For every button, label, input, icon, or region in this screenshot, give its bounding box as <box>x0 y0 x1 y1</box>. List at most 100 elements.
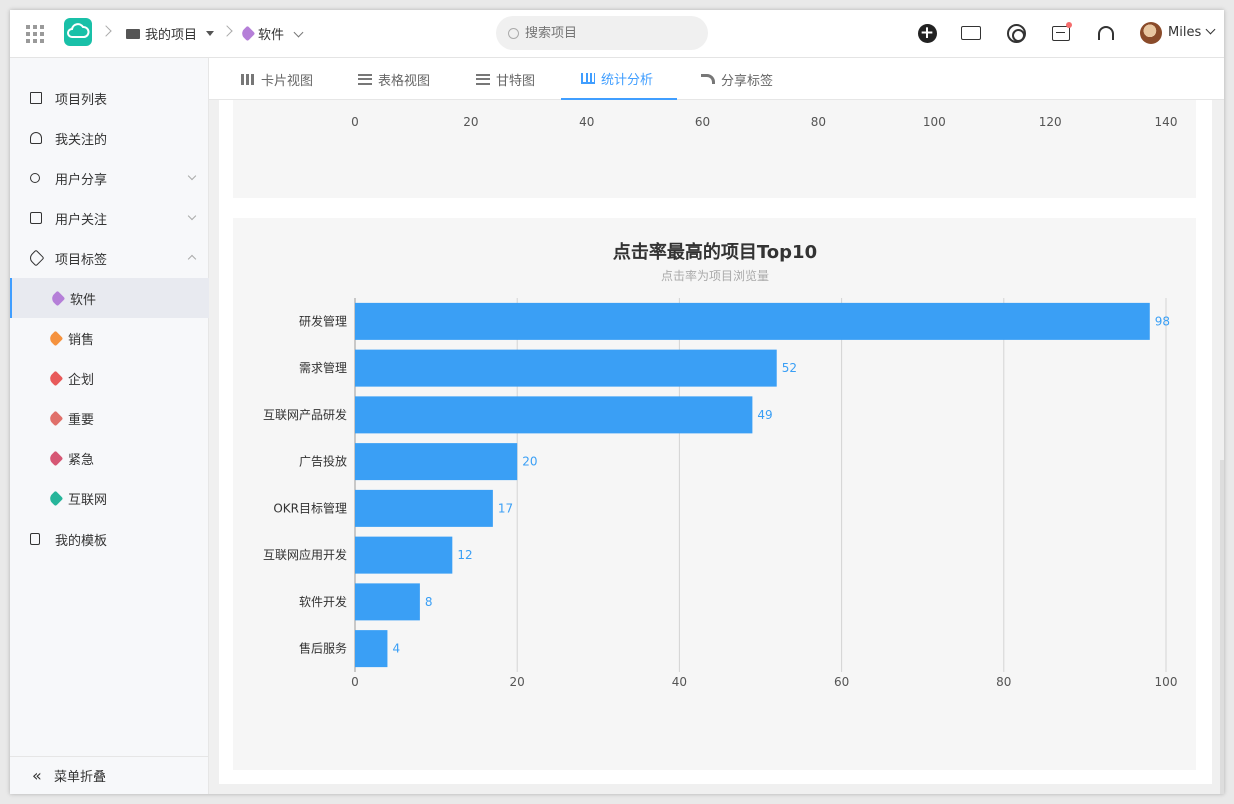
cloud-logo-icon[interactable] <box>64 18 92 46</box>
tag-icon <box>49 290 66 306</box>
sidebar-item-project-list[interactable]: 项目列表 <box>10 78 209 118</box>
x-tick-label: 0 <box>351 675 359 689</box>
tab-card-view[interactable]: 卡片视图 <box>241 58 313 100</box>
data-label: 52 <box>782 361 797 375</box>
breadcrumb-my-projects[interactable]: 我的项目 <box>126 24 215 43</box>
data-label: 4 <box>392 642 400 656</box>
sidebar: 项目列表 我关注的 用户分享 用户关注 项目标签 软件 销售 企划 重要 紧急 … <box>10 58 209 794</box>
x-tick-label: 80 <box>996 675 1011 689</box>
app-window: 我的项目 软件 + Miles 项目列表 我关注的 <box>10 10 1224 794</box>
sidebar-tag-software[interactable]: 软件 <box>10 278 209 318</box>
sidebar-tag-planning[interactable]: 企划 <box>10 358 209 398</box>
x-tick-label: 20 <box>463 115 478 129</box>
chart-title: 点击率最高的项目Top10 <box>613 241 817 263</box>
tab-table-view[interactable]: 表格视图 <box>358 58 430 100</box>
bar-chart-icon <box>581 72 595 84</box>
chevron-down-icon <box>187 211 197 221</box>
x-tick-label: 100 <box>1155 675 1178 689</box>
heart-icon <box>30 132 42 144</box>
tag-icon <box>47 370 64 386</box>
x-tick-label: 80 <box>811 115 826 129</box>
tag-icon <box>47 450 64 466</box>
sidebar-tag-urgent[interactable]: 紧急 <box>10 438 209 478</box>
menu-collapse-button[interactable]: ‹‹ 菜单折叠 <box>10 756 209 794</box>
bar <box>355 536 453 574</box>
data-label: 17 <box>498 501 513 515</box>
breadcrumb-separator-icon <box>221 25 233 37</box>
search-input[interactable] <box>525 25 685 41</box>
search-box[interactable] <box>496 16 708 50</box>
grid-icon <box>241 73 255 85</box>
avatar[interactable] <box>1140 22 1162 44</box>
x-tick-label: 120 <box>1039 115 1062 129</box>
sidebar-tag-important[interactable]: 重要 <box>10 398 209 438</box>
chart-card-top10: 点击率最高的项目Top10 点击率为项目浏览量 0 20 40 60 80 100 研发管理… <box>233 218 1196 770</box>
list-icon <box>358 73 372 85</box>
help-ring-icon[interactable] <box>1005 22 1027 44</box>
tag-icon <box>47 410 64 426</box>
apps-grid-icon[interactable] <box>26 25 44 43</box>
bar <box>355 302 1150 340</box>
user-menu[interactable]: Miles <box>1168 24 1216 40</box>
double-chevron-left-icon: ‹‹ <box>32 766 42 785</box>
x-tick-label: 60 <box>695 115 710 129</box>
breadcrumb-separator-icon <box>100 25 112 37</box>
folder-icon <box>30 92 42 104</box>
tab-gantt[interactable]: 甘特图 <box>476 58 535 100</box>
x-tick-label: 140 <box>1155 115 1178 129</box>
view-tabs: 卡片视图 表格视图 甘特图 统计分析 分享标签 <box>209 58 1224 100</box>
add-icon[interactable]: + <box>916 22 938 44</box>
sidebar-item-my-follows[interactable]: 我关注的 <box>10 118 209 158</box>
tag-icon <box>27 249 45 267</box>
category-label: 广告投放 <box>299 454 347 469</box>
follow-icon <box>30 212 42 224</box>
chart-subtitle: 点击率为项目浏览量 <box>661 268 769 283</box>
bar <box>355 349 777 387</box>
data-label: 49 <box>757 408 772 422</box>
bar <box>355 443 518 481</box>
x-tick-label: 40 <box>672 675 687 689</box>
sidebar-item-user-follow[interactable]: 用户关注 <box>10 198 209 238</box>
category-label: 互联网产品研发 <box>263 407 347 422</box>
bar <box>355 583 420 621</box>
category-label: 研发管理 <box>299 313 347 328</box>
bar <box>355 489 493 527</box>
scrollbar[interactable] <box>1220 460 1224 794</box>
gantt-icon <box>476 73 490 85</box>
tag-icon <box>47 490 64 506</box>
breadcrumb-tag-software[interactable]: 软件 <box>239 24 304 43</box>
category-label: 软件开发 <box>299 594 347 609</box>
bar <box>355 630 388 668</box>
sidebar-tag-sales[interactable]: 销售 <box>10 318 209 358</box>
sidebar-item-user-share[interactable]: 用户分享 <box>10 158 209 198</box>
x-tick-label: 0 <box>351 115 359 129</box>
share-arrow-icon <box>701 74 715 84</box>
chevron-down-icon <box>1205 24 1216 35</box>
tag-icon <box>239 25 256 42</box>
top10-bar-chart: 点击率最高的项目Top10 点击率为项目浏览量 0 20 40 60 80 100 研发管理… <box>263 241 1178 689</box>
category-label: 互联网应用开发 <box>263 547 347 562</box>
search-icon <box>508 27 519 39</box>
tab-share-tags[interactable]: 分享标签 <box>701 58 773 100</box>
bar <box>355 396 753 434</box>
share-icon <box>30 173 40 183</box>
folder-open-icon[interactable] <box>960 22 982 44</box>
inbox-icon[interactable] <box>1050 22 1072 44</box>
chart-card-previous: 0 20 40 60 80 100 120 140 <box>233 100 1196 198</box>
x-tick-label: 100 <box>923 115 946 129</box>
sidebar-item-my-templates[interactable]: 我的模板 <box>10 519 209 559</box>
x-tick-label: 40 <box>579 115 594 129</box>
tag-icon <box>47 330 64 346</box>
category-label: 售后服务 <box>299 641 347 656</box>
sidebar-tag-internet[interactable]: 互联网 <box>10 478 209 518</box>
sidebar-item-project-tags[interactable]: 项目标签 <box>10 238 209 278</box>
statistics-panel: 0 20 40 60 80 100 120 140 点击率最高的项目Top10 点击率为项目浏… <box>219 100 1212 784</box>
chevron-down-icon <box>187 171 197 181</box>
previous-chart-axis: 0 20 40 60 80 100 120 140 <box>351 115 1178 129</box>
tab-statistics[interactable]: 统计分析 <box>561 58 677 100</box>
notification-dot <box>1066 22 1072 28</box>
headset-icon[interactable] <box>1095 22 1117 44</box>
data-label: 98 <box>1155 314 1170 328</box>
category-label: 需求管理 <box>299 360 347 375</box>
folder-icon <box>126 28 140 39</box>
